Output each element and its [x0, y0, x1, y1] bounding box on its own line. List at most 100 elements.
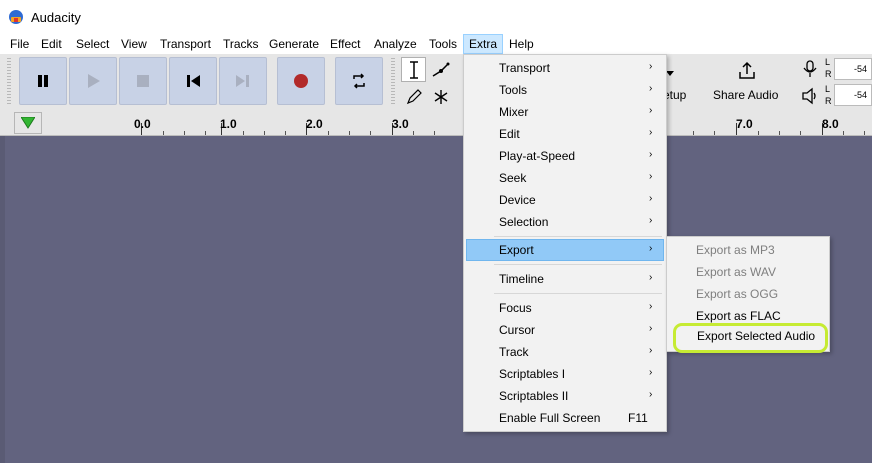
meter-right-label: R	[825, 96, 832, 106]
speaker-icon[interactable]	[800, 86, 820, 106]
menu-tools[interactable]: Tools	[423, 34, 463, 54]
ruler-minor-tick	[413, 131, 414, 135]
menu-select[interactable]: Select	[70, 34, 115, 54]
loop-icon	[353, 73, 365, 89]
menu-item-label: Export as MP3	[696, 243, 775, 257]
i-beam-icon	[409, 60, 418, 79]
submenu-arrow-icon: ›	[649, 149, 653, 160]
menu-tracks[interactable]: Tracks	[217, 34, 265, 54]
menu-help[interactable]: Help	[503, 34, 540, 54]
extra-menu-item-tools[interactable]: Tools ›	[466, 79, 664, 101]
submenu-arrow-icon: ›	[649, 243, 653, 254]
title-bar: Audacity	[0, 0, 872, 34]
record-icon	[294, 74, 308, 88]
menu-item-label: Export as OGG	[696, 287, 779, 301]
menu-separator	[494, 293, 662, 294]
submenu-arrow-icon: ›	[649, 272, 653, 283]
submenu-arrow-icon: ›	[649, 301, 653, 312]
draw-tool[interactable]	[401, 84, 426, 109]
menu-item-label: Focus	[499, 301, 532, 315]
skip-to-start-icon	[187, 75, 200, 87]
microphone-icon[interactable]	[800, 59, 820, 79]
menu-edit[interactable]: Edit	[35, 34, 68, 54]
pencil-icon	[406, 88, 422, 104]
extra-menu-item-transport[interactable]: Transport ›	[466, 57, 664, 79]
tools-grip[interactable]	[391, 58, 395, 106]
submenu-arrow-icon: ›	[649, 345, 653, 356]
multi-tool[interactable]	[428, 84, 453, 109]
menu-transport[interactable]: Transport	[154, 34, 217, 54]
menu-effect[interactable]: Effect	[324, 34, 366, 54]
extra-menu-item-focus[interactable]: Focus ›	[466, 297, 664, 319]
skip-to-end-button[interactable]	[219, 57, 267, 105]
extra-menu-item-scriptables-2[interactable]: Scriptables II ›	[466, 385, 664, 407]
submenu-arrow-icon: ›	[649, 367, 653, 378]
submenu-arrow-icon: ›	[649, 215, 653, 226]
timeline-ruler[interactable]: 0.0 1.0 2.0 3.0 7.0 8.0	[0, 110, 872, 136]
toolbar-grip[interactable]	[7, 58, 11, 106]
loop-button[interactable]	[335, 57, 383, 105]
export-as-mp3-item[interactable]: Export as MP3	[669, 239, 827, 261]
ruler-tick-label: 3.0	[392, 117, 409, 131]
extra-menu-item-device[interactable]: Device ›	[466, 189, 664, 211]
extra-menu-item-track[interactable]: Track ›	[466, 341, 664, 363]
export-as-ogg-item[interactable]: Export as OGG	[669, 283, 827, 305]
ruler-minor-tick	[758, 131, 759, 135]
extra-menu-item-cursor[interactable]: Cursor ›	[466, 319, 664, 341]
skip-to-end-icon	[236, 75, 249, 87]
extra-menu-item-export[interactable]: Export ›	[466, 239, 664, 261]
menu-item-label: Mixer	[499, 105, 529, 119]
meter-left-label: L	[825, 84, 831, 94]
record-meter[interactable]: -54	[834, 58, 872, 80]
ruler-minor-tick	[285, 131, 286, 135]
skip-to-start-button[interactable]	[169, 57, 217, 105]
menu-generate[interactable]: Generate	[263, 34, 325, 54]
envelope-tool[interactable]	[428, 57, 453, 82]
pause-button[interactable]	[19, 57, 67, 105]
ruler-minor-tick	[243, 131, 244, 135]
menu-view[interactable]: View	[115, 34, 153, 54]
extra-menu-item-full-screen[interactable]: Enable Full Screen F11	[466, 407, 664, 429]
submenu-arrow-icon: ›	[649, 83, 653, 94]
menu-item-label: Cursor	[499, 323, 536, 337]
menu-item-label: Scriptables II	[499, 389, 569, 403]
extra-menu-item-mixer[interactable]: Mixer ›	[466, 101, 664, 123]
ruler-minor-tick	[328, 131, 329, 135]
envelope-icon	[432, 62, 449, 77]
ruler-tick-label: 2.0	[306, 117, 323, 131]
ruler-tick-label: 8.0	[822, 117, 839, 131]
export-as-wav-item[interactable]: Export as WAV	[669, 261, 827, 283]
menu-item-label: Transport	[499, 61, 550, 75]
submenu-arrow-icon: ›	[649, 61, 653, 72]
stop-button[interactable]	[119, 57, 167, 105]
ruler-minor-tick	[864, 131, 865, 135]
ruler-minor-tick	[349, 131, 350, 135]
extra-menu-item-selection[interactable]: Selection ›	[466, 211, 664, 233]
menu-extra[interactable]: Extra	[463, 34, 504, 54]
audacity-logo-icon	[9, 10, 23, 24]
meter-right-label: R	[825, 69, 832, 79]
extra-menu-item-scriptables-1[interactable]: Scriptables I ›	[466, 363, 664, 385]
submenu-arrow-icon: ›	[649, 105, 653, 116]
menu-item-label: Export	[499, 243, 534, 257]
playback-meter-value: -54	[853, 90, 867, 100]
menu-analyze[interactable]: Analyze	[368, 34, 423, 54]
menu-file[interactable]: File	[4, 34, 35, 54]
play-button[interactable]	[69, 57, 117, 105]
stop-icon	[137, 75, 149, 87]
ruler-minor-tick	[370, 131, 371, 135]
submenu-arrow-icon: ›	[649, 389, 653, 400]
ruler-minor-tick	[800, 131, 801, 135]
submenu-arrow-icon: ›	[649, 323, 653, 334]
extra-menu-item-seek[interactable]: Seek ›	[466, 167, 664, 189]
selection-tool[interactable]	[401, 57, 426, 82]
playback-meter[interactable]: -54	[834, 84, 872, 106]
submenu-arrow-icon: ›	[649, 127, 653, 138]
extra-menu-item-edit[interactable]: Edit ›	[466, 123, 664, 145]
record-button[interactable]	[277, 57, 325, 105]
play-head-button[interactable]	[14, 112, 42, 134]
extra-menu-item-timeline[interactable]: Timeline ›	[466, 268, 664, 290]
ruler-minor-tick	[184, 131, 185, 135]
menu-item-label: Tools	[499, 83, 528, 97]
extra-menu-item-play-at-speed[interactable]: Play-at-Speed ›	[466, 145, 664, 167]
